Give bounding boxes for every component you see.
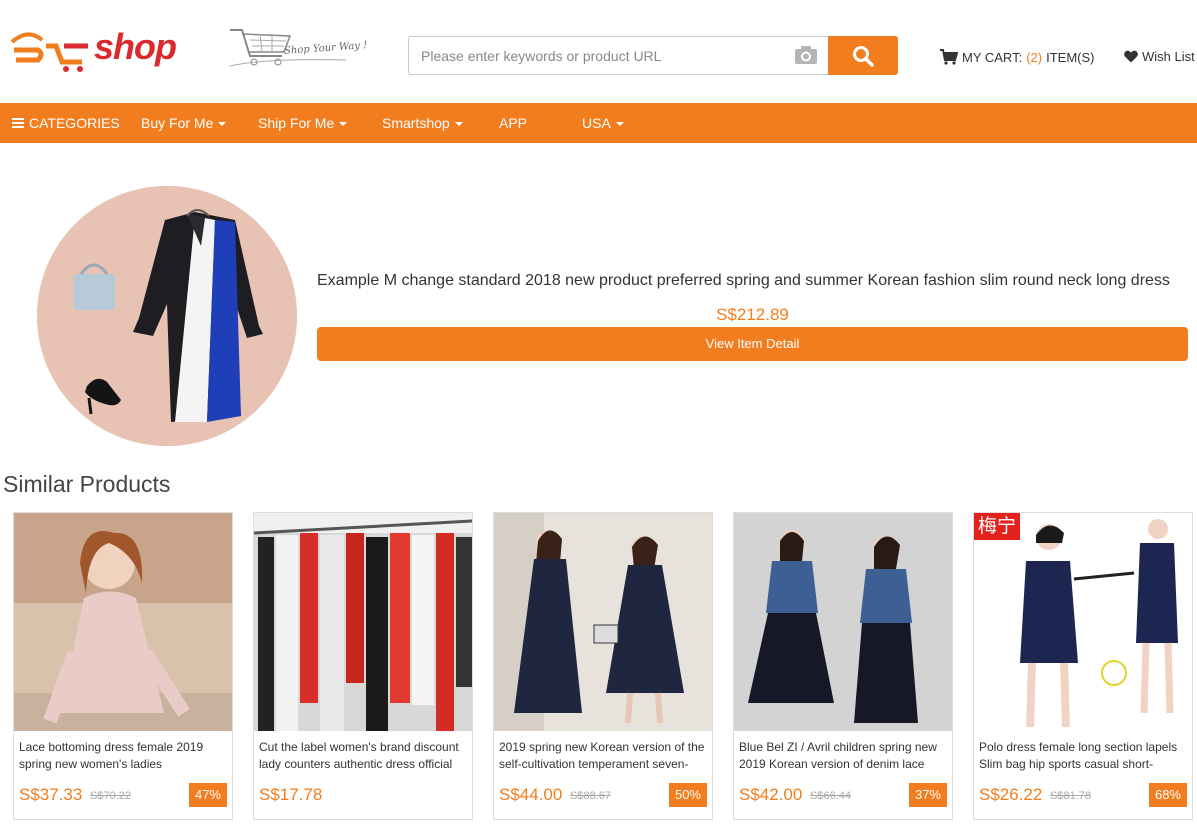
nav-buy-for-me-label: Buy For Me	[141, 115, 214, 131]
search-button[interactable]	[828, 36, 898, 75]
product-card[interactable]: Lace bottoming dress female 2019 spring …	[13, 512, 233, 820]
search-input[interactable]	[408, 36, 828, 75]
caret-down-icon	[454, 122, 463, 127]
product-price: S$26.22	[979, 785, 1043, 804]
product-image[interactable]	[734, 513, 952, 731]
nav-app[interactable]: APP	[499, 103, 527, 143]
product-original-price: S$66.44	[810, 790, 851, 802]
product-image[interactable]	[974, 513, 1192, 731]
discount-badge: 37%	[908, 783, 947, 807]
caret-down-icon	[339, 122, 348, 127]
nav-region[interactable]: USA	[582, 103, 624, 143]
product-original-price: S$88.67	[570, 790, 611, 802]
cart-link[interactable]: MY CART: (2) ITEM(S)	[940, 49, 1094, 65]
wishlist-label: Wish List	[1142, 49, 1195, 64]
logo-mark-icon	[10, 32, 88, 72]
product-title[interactable]: 2019 spring new Korean version of the se…	[499, 739, 709, 773]
shopping-cart-icon	[940, 49, 958, 65]
nav-region-label: USA	[582, 115, 611, 131]
cart-items-label: ITEM(S)	[1046, 49, 1095, 65]
product-price: S$42.00	[739, 785, 803, 804]
main-nav: CATEGORIES Buy For Me Ship For Me Smarts…	[0, 103, 1197, 143]
discount-badge: 68%	[1148, 783, 1187, 807]
product-price: S$37.33	[19, 785, 83, 804]
view-item-detail-button[interactable]: View Item Detail	[317, 327, 1188, 361]
nav-categories[interactable]: CATEGORIES	[12, 103, 120, 143]
search-icon	[853, 45, 874, 67]
product-card[interactable]: Cut the label women's brand discount lad…	[253, 512, 473, 820]
product-title[interactable]: Cut the label women's brand discount lad…	[259, 739, 469, 773]
caret-down-icon	[218, 122, 227, 127]
hero-product-price: S$212.89	[716, 305, 789, 324]
site-header: shop Shop Your Way ! Please enter keywor…	[0, 0, 1197, 103]
product-card[interactable]: 梅宁 Polo dress female long section lapels…	[973, 512, 1193, 820]
cart-label: MY CART:	[962, 49, 1023, 65]
product-price: S$17.78	[259, 785, 323, 804]
nav-categories-label: CATEGORIES	[29, 115, 120, 131]
nav-smartshop[interactable]: Smartshop	[382, 103, 463, 143]
heart-icon	[1124, 50, 1138, 63]
product-image[interactable]	[14, 513, 232, 731]
wishlist-link[interactable]: Wish List	[1124, 49, 1195, 64]
cart-count: (2)	[1026, 49, 1043, 65]
search-bar	[408, 36, 898, 75]
similar-products-heading: Similar Products	[3, 471, 171, 497]
product-title[interactable]: Lace bottoming dress female 2019 spring …	[19, 739, 229, 773]
nav-app-label: APP	[499, 115, 528, 131]
product-image[interactable]	[494, 513, 712, 731]
hero-product-image[interactable]	[37, 186, 297, 446]
product-card[interactable]: Blue Bel ZI / Avril children spring new …	[733, 512, 953, 820]
nav-ship-for-me-label: Ship For Me	[258, 115, 335, 131]
product-image[interactable]	[254, 513, 472, 731]
hero-product-title[interactable]: Example M change standard 2018 new produ…	[317, 272, 1197, 290]
product-title[interactable]: Polo dress female long section lapels Sl…	[979, 739, 1189, 773]
product-original-price: S$70.22	[90, 790, 131, 802]
brand-logo-badge: 梅宁	[974, 513, 1020, 540]
product-card[interactable]: 2019 spring new Korean version of the se…	[493, 512, 713, 820]
nav-ship-for-me[interactable]: Ship For Me	[258, 103, 348, 143]
discount-badge: 47%	[188, 783, 227, 807]
product-title[interactable]: Blue Bel ZI / Avril children spring new …	[739, 739, 949, 773]
product-original-price: S$81.78	[1050, 790, 1091, 802]
camera-icon[interactable]	[794, 45, 818, 65]
nav-smartshop-label: Smartshop	[382, 115, 450, 131]
discount-badge: 50%	[668, 783, 707, 807]
logo-text: shop	[94, 26, 177, 67]
caret-down-icon	[615, 122, 624, 127]
nav-buy-for-me[interactable]: Buy For Me	[141, 103, 227, 143]
hamburger-icon	[12, 118, 24, 129]
product-price: S$44.00	[499, 785, 563, 804]
